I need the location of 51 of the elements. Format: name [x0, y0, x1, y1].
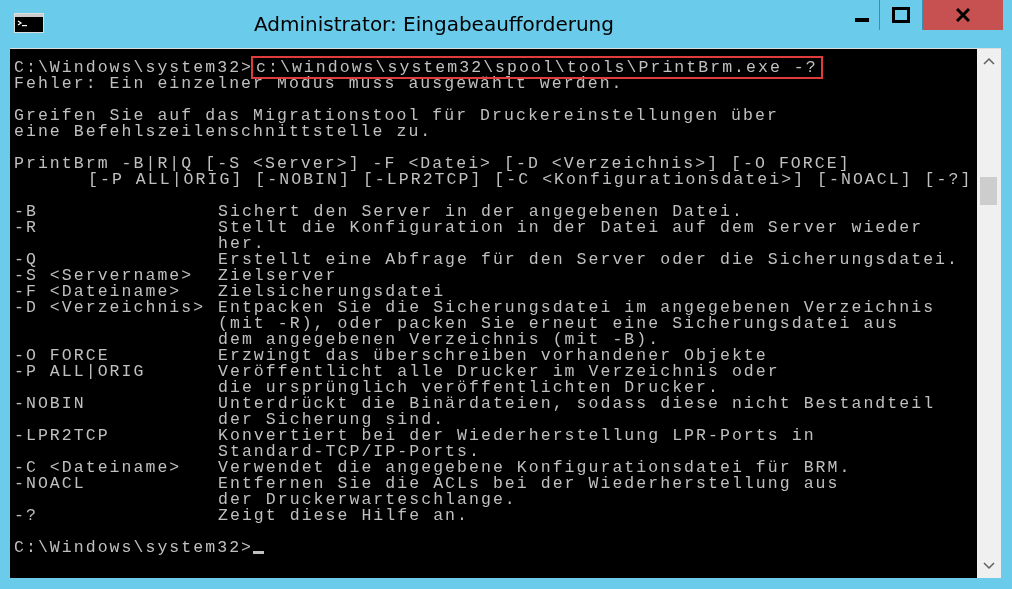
option-description: (mit -R), oder packen Sie erneut eine Sicherungsdatei aus — [218, 314, 900, 333]
console-line: [-P ALL|ORIG] [-NOBIN] [-LPR2TCP] [-C <Konfigurationsdatei>] [-NOACL] [-?] — [88, 170, 973, 189]
option-flag-text: -NOACL — [14, 474, 86, 493]
option-flag-text: -Q — [14, 250, 38, 269]
option-description: Zielserver — [218, 266, 338, 285]
option-description: der Sicherung sind. — [218, 410, 446, 429]
option-description: Konvertiert bei der Wiederherstellung LPR-Ports in — [218, 426, 816, 445]
option-description: her. — [218, 234, 266, 253]
close-icon — [956, 8, 970, 22]
option-flag-text: -S <Servername> — [14, 266, 194, 285]
option-description: Standard-TCP/IP-Ports. — [218, 442, 481, 461]
option-description: dem angegebenen Verzeichnis (mit -B). — [218, 330, 661, 349]
option-flag-text: -LPR2TCP — [14, 426, 110, 445]
option-flag-text: -C <Dateiname> — [14, 458, 182, 477]
window-title: Administrator: Eingabeaufforderung — [253, 12, 615, 36]
option-description: Verwendet die angegebene Konfigurationsdatei für BRM. — [218, 458, 852, 477]
scroll-down-icon[interactable] — [983, 562, 995, 570]
console-line: Greifen Sie auf das Migrationstool für Druckereinstellungen über — [14, 106, 779, 125]
option-description: Entfernen Sie die ACLs bei der Wiederherstellung aus — [218, 474, 840, 493]
vertical-scrollbar[interactable] — [977, 49, 1001, 578]
option-description: Unterdrückt die Binärdateien, sodass diese nicht Bestandteil — [218, 394, 936, 413]
option-description: Erstellt eine Abfrage für den Server oder die Sicherungsdatei. — [218, 250, 959, 269]
console-line: PrintBrm -B|R|Q [-S <Server>] -F <Datei> [-D <Verzeichnis>] [-O FORCE] — [14, 154, 851, 173]
option-description: Veröffentlicht alle Drucker im Verzeichnis oder — [218, 362, 780, 381]
option-description: Zielsicherungsdatei — [218, 282, 446, 301]
maximize-button[interactable] — [879, 0, 923, 30]
option-flag-text: -R — [14, 218, 38, 237]
option-description: Sichert den Server in der angegebenen Datei. — [218, 202, 744, 221]
option-flag-text: -? — [14, 506, 38, 525]
option-flag-text: -F <Dateiname> — [14, 282, 182, 301]
console-icon — [14, 13, 44, 33]
console-line: eine Befehlszeilenschnittstelle zu. — [14, 122, 433, 141]
scroll-up-icon[interactable] — [983, 57, 995, 65]
option-flag-text: -B — [14, 202, 38, 221]
option-description: der Druckerwarteschlange. — [218, 490, 517, 509]
prompt-path: C:\Windows\system32> — [14, 58, 254, 77]
option-description: die ursprünglich veröffentlichten Drucker. — [218, 378, 720, 397]
option-description: Erzwingt das überschreiben vorhandener Objekte — [218, 346, 768, 365]
prompt-path: C:\Windows\system32> — [14, 538, 254, 557]
option-flag-text: -D <Verzeichnis> — [14, 298, 206, 317]
option-flag-text: -O FORCE — [14, 346, 110, 365]
option-flag-text: -P ALL|ORIG — [14, 362, 146, 381]
option-description: Zeigt diese Hilfe an. — [218, 506, 469, 525]
command-text: c:\windows\system32\spool\tools\PrintBrm.exe -? — [253, 58, 821, 77]
maximize-icon — [892, 7, 910, 23]
minimize-icon — [855, 18, 869, 22]
option-flag-text: -NOBIN — [14, 394, 86, 413]
scrollbar-thumb[interactable] — [980, 177, 997, 205]
option-description: Entpacken Sie die Sicherungsdatei im angegebenen Verzeichnis — [218, 298, 936, 317]
close-button[interactable] — [923, 0, 1003, 30]
option-description: Stellt die Konfiguration in der Datei auf dem Server wieder — [218, 218, 924, 237]
